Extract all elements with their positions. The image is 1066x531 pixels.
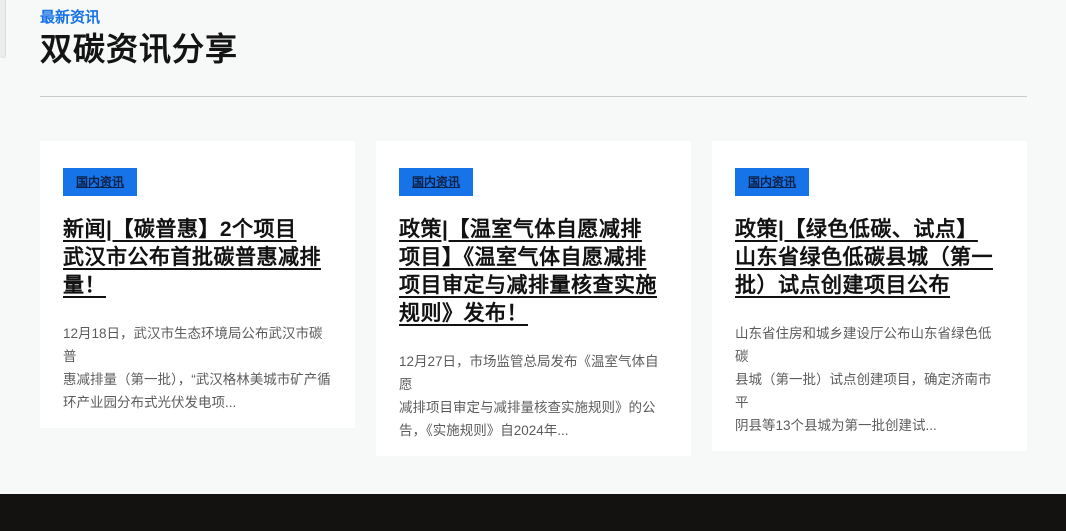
- news-card-excerpt: 12月27日，市场监管总局发布《温室气体自愿 减排项目审定与减排量核查实施规则》…: [399, 350, 668, 442]
- news-card[interactable]: 国内资讯 政策|【温室气体自愿减排 项目】《温室气体自愿减排 项目审定与减排量核…: [376, 141, 691, 456]
- section-divider: [40, 96, 1027, 97]
- category-tag[interactable]: 国内资讯: [735, 168, 809, 196]
- news-section: 最新资讯 双碳资讯分享 国内资讯 新闻|【碳普惠】2个项目 武汉市公布首批碳普惠…: [40, 8, 1027, 456]
- page-title: 双碳资讯分享: [40, 30, 1027, 68]
- news-card-list: 国内资讯 新闻|【碳普惠】2个项目 武汉市公布首批碳普惠减排 量！ 12月18日…: [40, 141, 1027, 456]
- news-card-title[interactable]: 政策|【绿色低碳、试点】 山东省绿色低碳县城（第一 批）试点创建项目公布: [735, 216, 1004, 300]
- news-card-excerpt: 山东省住房和城乡建设厅公布山东省绿色低碳 县城（第一批）试点创建项目，确定济南市…: [735, 322, 1004, 437]
- news-card-title[interactable]: 政策|【温室气体自愿减排 项目】《温室气体自愿减排 项目审定与减排量核查实施 规…: [399, 216, 668, 328]
- news-card-title[interactable]: 新闻|【碳普惠】2个项目 武汉市公布首批碳普惠减排 量！: [63, 216, 332, 300]
- category-tag[interactable]: 国内资讯: [63, 168, 137, 196]
- scrollbar-thumb[interactable]: [0, 0, 6, 58]
- footer-bar: [0, 494, 1066, 531]
- news-card[interactable]: 国内资讯 新闻|【碳普惠】2个项目 武汉市公布首批碳普惠减排 量！ 12月18日…: [40, 141, 355, 428]
- news-card[interactable]: 国内资讯 政策|【绿色低碳、试点】 山东省绿色低碳县城（第一 批）试点创建项目公…: [712, 141, 1027, 451]
- category-tag[interactable]: 国内资讯: [399, 168, 473, 196]
- news-card-excerpt: 12月18日，武汉市生态环境局公布武汉市碳普 惠减排量（第一批），“武汉格林美城…: [63, 322, 332, 414]
- section-eyebrow: 最新资讯: [40, 8, 1027, 27]
